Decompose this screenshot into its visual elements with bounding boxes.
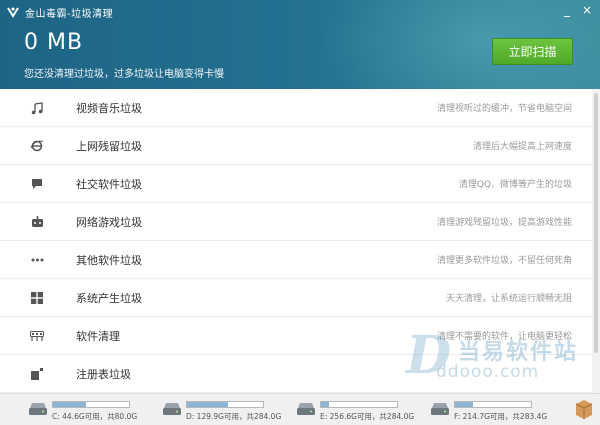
drive-usage-bar — [454, 401, 532, 408]
kingsoft-logo-icon — [7, 7, 19, 18]
category-row-registry[interactable]: 注册表垃圾 — [0, 355, 592, 393]
drive-usage-bar — [52, 401, 130, 408]
chat-bubble-icon — [30, 177, 44, 191]
category-label: 软件清理 — [76, 329, 120, 343]
music-note-icon — [30, 101, 44, 115]
category-desc: 清理后大幅提高上网速度 — [472, 142, 572, 152]
category-row-software-cleanup[interactable]: 软件清理 清理不需要的软件，让电脑更轻松 — [0, 317, 592, 355]
category-row-social[interactable]: 社交软件垃圾 清理QQ、微博等产生的垃圾 — [0, 165, 592, 203]
category-label: 注册表垃圾 — [76, 367, 131, 381]
scan-now-button[interactable]: 立即扫描 — [492, 38, 573, 65]
junk-size-readout: 0 MB — [24, 30, 84, 55]
hard-drive-icon — [431, 403, 449, 415]
category-label: 视频音乐垃圾 — [76, 101, 142, 115]
junk-category-list: 视频音乐垃圾 清理视听过的缓冲，节省电脑空间 上网残留垃圾 清理后大幅提高上网速… — [0, 89, 592, 393]
windows-logo-icon — [30, 291, 44, 305]
minimize-button[interactable]: _ — [558, 2, 576, 18]
drive-usage-fill — [187, 402, 229, 407]
window-title: 金山毒霸-垃圾清理 — [25, 8, 114, 20]
category-row-internet[interactable]: 上网残留垃圾 清理后大幅提高上网速度 — [0, 127, 592, 165]
hard-drive-icon — [29, 403, 47, 415]
package-box-icon[interactable] — [574, 398, 594, 420]
category-row-other-software[interactable]: 其他软件垃圾 清理更多软件垃圾，不留任何死角 — [0, 241, 592, 279]
category-desc: 天天清理，让系统运行顺畅无阻 — [445, 294, 572, 304]
drive-status-bar: C: 44.6G可用，共80.0G D: 129.9G可用，共284.0G E:… — [0, 393, 600, 425]
drive-usage-bar — [186, 401, 264, 408]
category-label: 社交软件垃圾 — [76, 177, 142, 191]
drive-usage-fill — [321, 402, 329, 407]
drive-space-text: C: 44.6G可用，共80.0G — [52, 412, 138, 421]
title-bar: 金山毒霸-垃圾清理 — [6, 4, 113, 20]
category-label: 网络游戏垃圾 — [76, 215, 142, 229]
category-desc: 清理QQ、微博等产生的垃圾 — [458, 180, 572, 190]
drive-usage-fill — [53, 402, 87, 407]
category-row-video-music[interactable]: 视频音乐垃圾 清理视听过的缓冲，节省电脑空间 — [0, 89, 592, 127]
list-scrollbar[interactable] — [592, 89, 600, 393]
category-row-system[interactable]: 系统产生垃圾 天天清理，让系统运行顺畅无阻 — [0, 279, 592, 317]
gamepad-icon — [30, 215, 44, 229]
drive-space-text: D: 129.9G可用，共284.0G — [186, 412, 282, 421]
category-desc: 清理不需要的软件，让电脑更轻松 — [436, 332, 572, 342]
registry-icon — [30, 367, 44, 381]
category-label: 上网残留垃圾 — [76, 139, 142, 153]
header-banner: 金山毒霸-垃圾清理 _ × 0 MB 您还没清理过垃圾，过多垃圾让电脑变得卡慢 … — [0, 0, 600, 89]
category-row-games[interactable]: 网络游戏垃圾 清理游戏残留垃圾，提高游戏性能 — [0, 203, 592, 241]
scrollbar-thumb[interactable] — [594, 93, 598, 353]
software-icon — [30, 329, 44, 343]
more-dots-icon — [30, 253, 44, 267]
header-subtitle: 您还没清理过垃圾，过多垃圾让电脑变得卡慢 — [24, 69, 224, 80]
hard-drive-icon — [297, 403, 315, 415]
category-label: 其他软件垃圾 — [76, 253, 142, 267]
window-controls: _ × — [558, 2, 596, 18]
drive-usage-bar — [320, 401, 398, 408]
drive-space-text: F: 214.7G可用，共283.4G — [454, 412, 548, 421]
close-button[interactable]: × — [578, 2, 596, 18]
hard-drive-icon — [163, 403, 181, 415]
ie-browser-icon — [30, 139, 44, 153]
category-desc: 清理游戏残留垃圾，提高游戏性能 — [436, 218, 572, 228]
drive-space-text: E: 256.6G可用，共284.0G — [320, 412, 415, 421]
category-desc: 清理更多软件垃圾，不留任何死角 — [436, 256, 572, 266]
category-desc: 清理视听过的缓冲，节省电脑空间 — [436, 104, 572, 114]
drive-usage-fill — [455, 402, 474, 407]
category-label: 系统产生垃圾 — [76, 291, 142, 305]
